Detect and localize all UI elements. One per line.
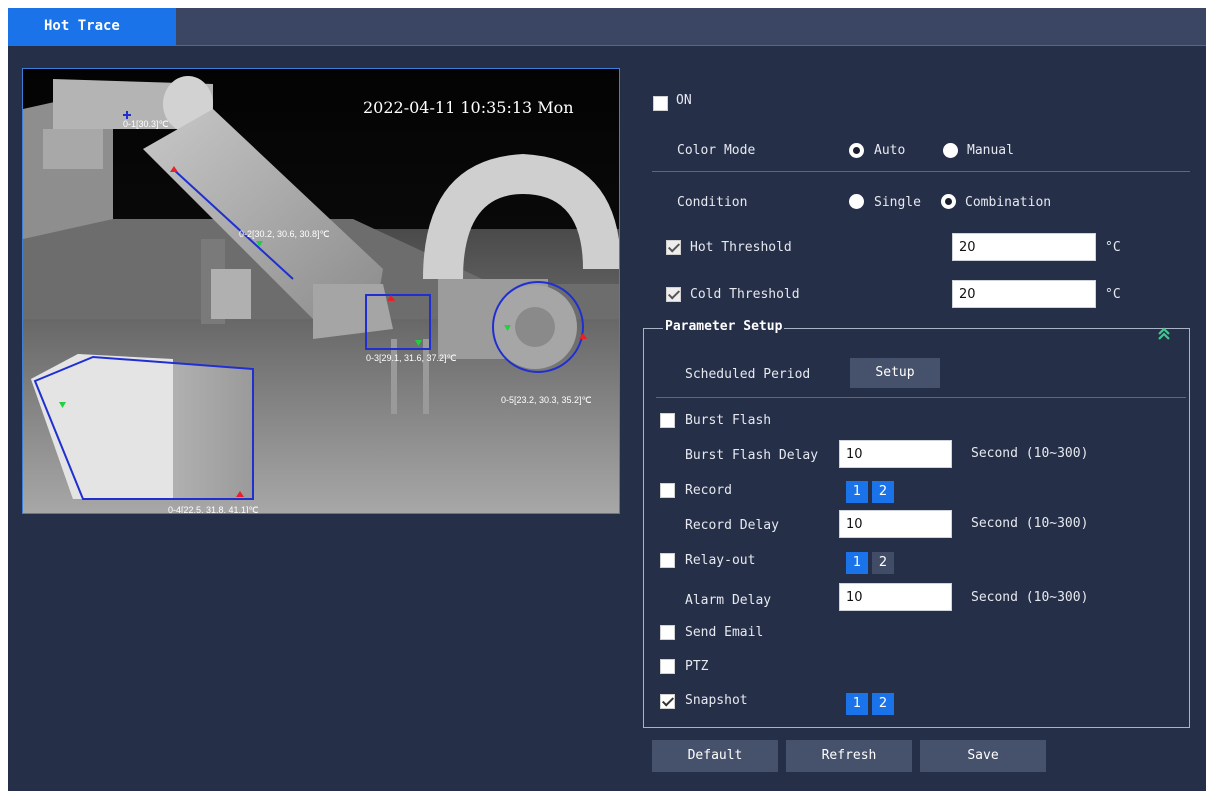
- on-label: ON: [676, 93, 692, 108]
- refresh-button[interactable]: Refresh: [786, 740, 912, 772]
- video-timestamp: 2022-04-11 10:35:13 Mon: [363, 98, 574, 117]
- condition-label: Condition: [677, 195, 748, 210]
- record-channel-1[interactable]: 1: [846, 481, 868, 503]
- record-label: Record: [685, 483, 732, 498]
- send-email-checkbox[interactable]: [660, 625, 675, 640]
- burst-flash-delay-label: Burst Flash Delay: [685, 448, 819, 463]
- snapshot-label: Snapshot: [685, 693, 748, 708]
- on-checkbox[interactable]: [653, 96, 668, 111]
- hot-threshold-input[interactable]: 20: [952, 233, 1096, 261]
- record-delay-input[interactable]: 10: [839, 510, 952, 538]
- color-mode-manual-radio[interactable]: [943, 143, 958, 158]
- cold-threshold-label: Cold Threshold: [690, 287, 800, 302]
- alarm-delay-input[interactable]: 10: [839, 583, 952, 611]
- divider: [656, 397, 1186, 398]
- marker-label-0-1: 0-1[30.3]℃: [123, 119, 169, 129]
- snapshot-channel-1[interactable]: 1: [846, 693, 868, 715]
- ptz-label: PTZ: [685, 659, 709, 674]
- default-button[interactable]: Default: [652, 740, 778, 772]
- cold-threshold-unit: °C: [1105, 287, 1121, 302]
- marker-label-0-2: 0-2[30.2, 30.6, 30.8]℃: [239, 229, 330, 239]
- tab-hot-trace[interactable]: Hot Trace: [8, 8, 176, 46]
- thermal-scene: 2022-04-11 10:35:13 Mon 0-1[30.3]℃ 0-2[3…: [23, 69, 619, 514]
- color-mode-manual-label: Manual: [967, 143, 1014, 158]
- hot-threshold-unit: °C: [1105, 240, 1121, 255]
- record-delay-label: Record Delay: [685, 518, 779, 533]
- record-checkbox[interactable]: [660, 483, 675, 498]
- condition-single-label: Single: [874, 195, 921, 210]
- relay-out-channel-1[interactable]: 1: [846, 552, 868, 574]
- thermal-video-view[interactable]: 2022-04-11 10:35:13 Mon 0-1[30.3]℃ 0-2[3…: [22, 68, 620, 514]
- condition-combination-label: Combination: [965, 195, 1052, 210]
- alarm-delay-label: Alarm Delay: [685, 593, 772, 608]
- tab-bar: Hot Trace: [8, 8, 1206, 46]
- setup-button[interactable]: Setup: [850, 358, 940, 388]
- scheduled-period-label: Scheduled Period: [685, 367, 811, 382]
- condition-single-radio[interactable]: [849, 194, 864, 209]
- alarm-delay-hint: Second (10~300): [971, 590, 1089, 605]
- double-chevron-up-icon[interactable]: [1156, 325, 1172, 341]
- record-delay-hint: Second (10~300): [971, 516, 1089, 531]
- burst-flash-label: Burst Flash: [685, 413, 772, 428]
- burst-flash-delay-hint: Second (10~300): [971, 446, 1089, 461]
- record-channel-2[interactable]: 2: [872, 481, 894, 503]
- cold-threshold-checkbox[interactable]: [666, 287, 681, 302]
- condition-combination-radio[interactable]: [941, 194, 956, 209]
- snapshot-channel-2[interactable]: 2: [872, 693, 894, 715]
- burst-flash-checkbox[interactable]: [660, 413, 675, 428]
- send-email-label: Send Email: [685, 625, 764, 640]
- relay-out-channel-2[interactable]: 2: [872, 552, 894, 574]
- marker-label-0-4: 0-4[22.5, 31.8, 41.1]℃: [168, 505, 259, 514]
- parameter-setup-title: Parameter Setup: [663, 319, 785, 334]
- divider: [652, 171, 1190, 172]
- snapshot-checkbox[interactable]: [660, 694, 675, 709]
- marker-label-0-3: 0-3[29.1, 31.6, 37.2]℃: [366, 353, 457, 363]
- color-mode-auto-label: Auto: [874, 143, 906, 158]
- cold-threshold-input[interactable]: 20: [952, 280, 1096, 308]
- burst-flash-delay-input[interactable]: 10: [839, 440, 952, 468]
- marker-label-0-5: 0-5[23.2, 30.3, 35.2]℃: [501, 395, 592, 405]
- color-mode-label: Color Mode: [677, 143, 756, 158]
- hot-threshold-checkbox[interactable]: [666, 240, 681, 255]
- ptz-checkbox[interactable]: [660, 659, 675, 674]
- save-button[interactable]: Save: [920, 740, 1046, 772]
- hot-threshold-label: Hot Threshold: [690, 240, 792, 255]
- color-mode-auto-radio[interactable]: [849, 143, 864, 158]
- relay-out-label: Relay-out: [685, 553, 756, 568]
- relay-out-checkbox[interactable]: [660, 553, 675, 568]
